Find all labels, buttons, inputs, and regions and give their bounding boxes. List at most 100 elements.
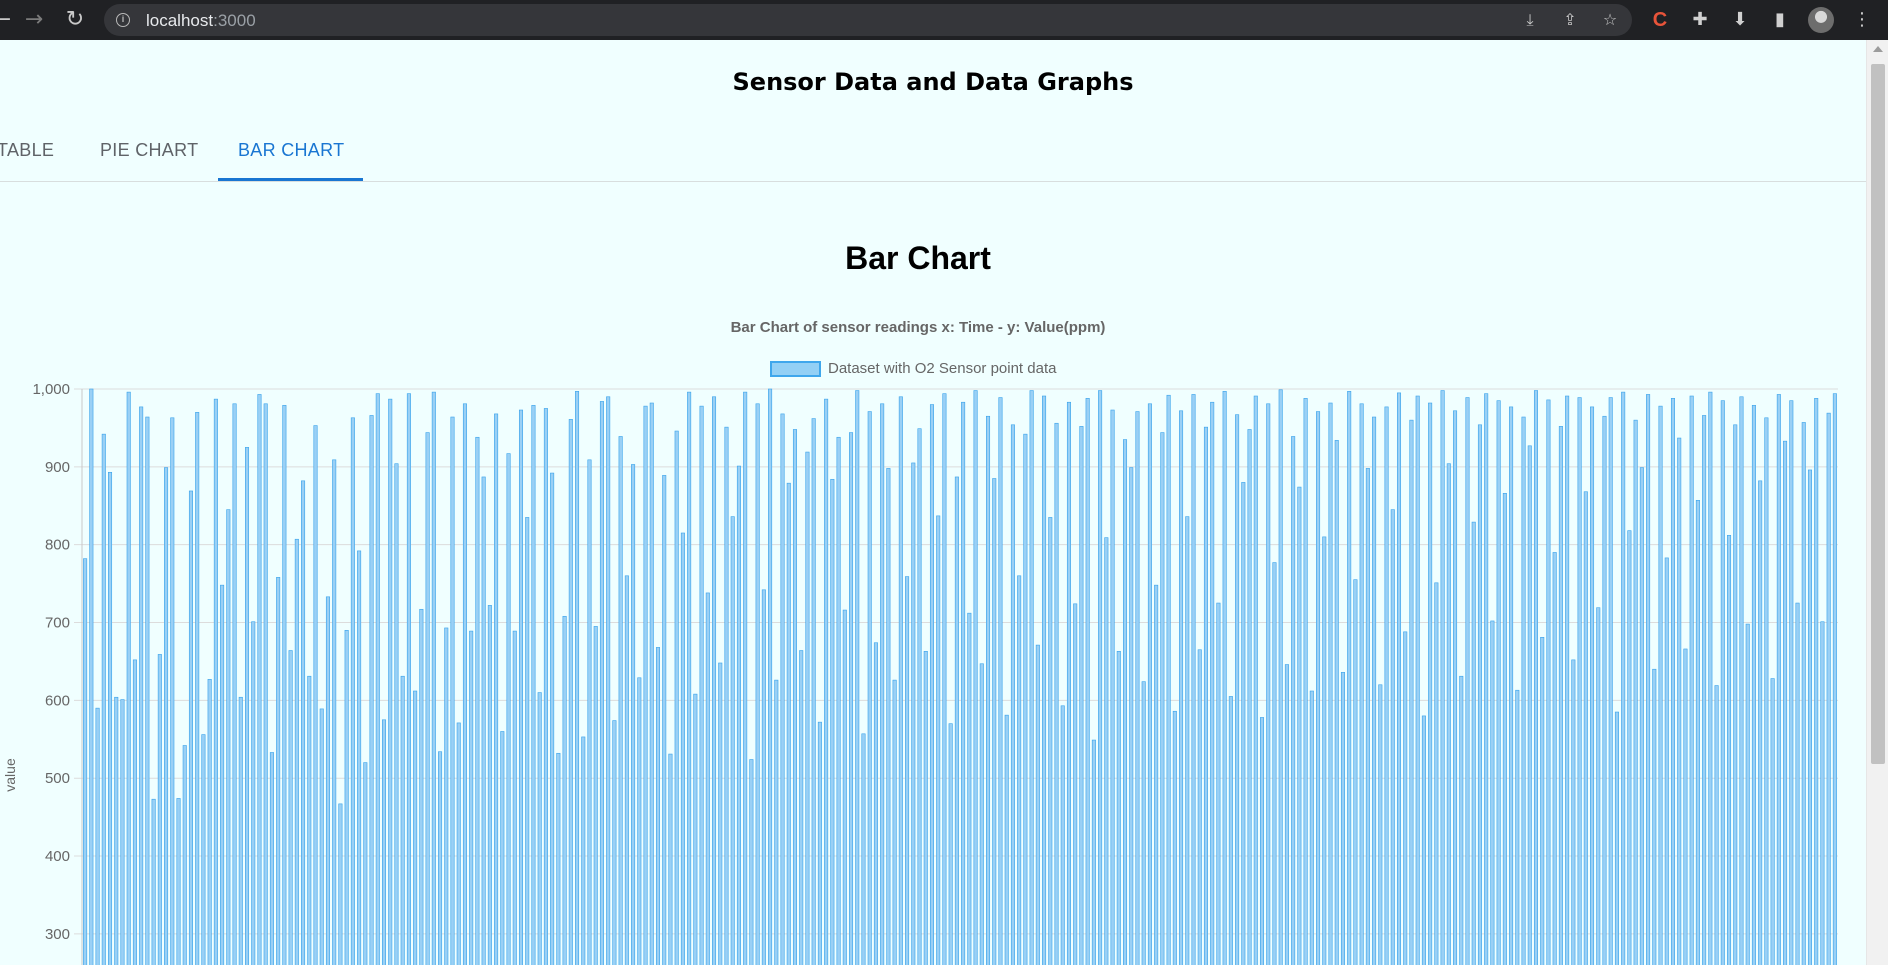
bar[interactable] (357, 550, 362, 965)
bar[interactable] (631, 464, 636, 965)
bar[interactable] (108, 471, 113, 965)
bar[interactable] (1116, 651, 1121, 965)
bar[interactable] (1571, 659, 1576, 965)
install-app-icon[interactable]: ⤓ (1520, 10, 1540, 30)
bar[interactable] (1695, 500, 1700, 965)
bar[interactable] (182, 745, 187, 965)
bar[interactable] (207, 679, 212, 965)
bar[interactable] (842, 609, 847, 965)
bar[interactable] (1079, 426, 1084, 965)
bar[interactable] (655, 647, 661, 965)
bar[interactable] (1378, 684, 1383, 965)
bar[interactable] (1210, 401, 1215, 965)
bar[interactable] (849, 432, 854, 965)
bar[interactable] (1004, 714, 1009, 965)
bar[interactable] (1770, 678, 1775, 965)
bar[interactable] (1471, 521, 1476, 965)
bar[interactable] (1552, 552, 1557, 965)
scroll-up-icon[interactable] (1873, 46, 1883, 52)
bar[interactable] (587, 459, 592, 965)
bar[interactable] (1590, 406, 1595, 965)
bar[interactable] (718, 662, 723, 965)
bar[interactable] (712, 396, 717, 965)
bar[interactable] (1334, 440, 1339, 965)
bar[interactable] (195, 412, 200, 965)
bar[interactable] (768, 388, 773, 965)
bar[interactable] (469, 630, 474, 965)
bar[interactable] (1147, 403, 1152, 965)
bar[interactable] (313, 425, 318, 965)
bar[interactable] (749, 759, 754, 965)
bar[interactable] (780, 413, 785, 965)
bar[interactable] (238, 696, 243, 965)
bar[interactable] (344, 630, 349, 965)
bar[interactable] (1670, 398, 1675, 965)
bar[interactable] (1297, 486, 1302, 965)
bar[interactable] (394, 463, 399, 965)
bar[interactable] (1197, 649, 1202, 965)
bar[interactable] (1017, 575, 1022, 965)
bar[interactable] (438, 751, 443, 965)
back-arrow-icon[interactable]: ← (0, 8, 14, 32)
bar[interactable] (867, 411, 872, 965)
bar[interactable] (1372, 416, 1377, 965)
bar[interactable] (1160, 432, 1165, 965)
bar[interactable] (986, 415, 991, 965)
bar[interactable] (500, 731, 505, 965)
bar[interactable] (1054, 422, 1059, 965)
bar[interactable] (612, 720, 617, 965)
bar[interactable] (911, 462, 916, 965)
bar[interactable] (512, 630, 517, 965)
bar[interactable] (1751, 405, 1756, 965)
bar[interactable] (898, 396, 903, 965)
bar[interactable] (114, 696, 119, 965)
tab-bar-chart[interactable]: BAR CHART (238, 140, 344, 161)
bar[interactable] (1259, 717, 1265, 965)
bar[interactable] (450, 416, 455, 965)
bar[interactable] (1098, 390, 1103, 965)
bar[interactable] (606, 396, 611, 965)
bar[interactable] (799, 650, 804, 965)
bar[interactable] (1627, 530, 1632, 965)
bar[interactable] (1814, 398, 1819, 965)
bar[interactable] (917, 428, 922, 965)
scrollbar-thumb[interactable] (1871, 64, 1885, 764)
bar[interactable] (948, 723, 953, 965)
bar[interactable] (1502, 493, 1507, 965)
bar[interactable] (1720, 400, 1725, 965)
bar[interactable] (1042, 395, 1047, 965)
bar[interactable] (332, 459, 337, 965)
bar[interactable] (811, 418, 816, 965)
tab-pie-chart[interactable]: PIE CHART (100, 140, 198, 161)
bar[interactable] (276, 577, 281, 965)
bar[interactable] (419, 608, 424, 965)
bar[interactable] (126, 391, 131, 965)
bar[interactable] (444, 627, 449, 965)
bar[interactable] (456, 722, 461, 965)
bar[interactable] (1577, 397, 1582, 965)
bar[interactable] (923, 651, 928, 965)
bar[interactable] (1646, 394, 1651, 965)
bar[interactable] (1459, 675, 1464, 965)
bar[interactable] (568, 419, 573, 965)
bar[interactable] (487, 605, 492, 965)
bar[interactable] (1683, 648, 1688, 965)
bar[interactable] (1203, 426, 1208, 965)
bar[interactable] (1614, 711, 1619, 965)
bar[interactable] (1166, 394, 1171, 965)
bar[interactable] (705, 592, 710, 965)
bar[interactable] (95, 707, 100, 965)
bar[interactable] (531, 405, 536, 965)
bar[interactable] (319, 708, 324, 965)
bar[interactable] (462, 403, 467, 965)
bar[interactable] (1403, 631, 1408, 965)
bar[interactable] (1477, 424, 1482, 965)
bar[interactable] (1278, 389, 1283, 965)
bar[interactable] (1179, 410, 1184, 965)
bar[interactable] (954, 476, 959, 965)
bar[interactable] (699, 405, 704, 965)
bar[interactable] (1191, 394, 1196, 965)
bar[interactable] (556, 752, 561, 965)
bar[interactable] (998, 397, 1003, 965)
bar[interactable] (680, 532, 685, 965)
